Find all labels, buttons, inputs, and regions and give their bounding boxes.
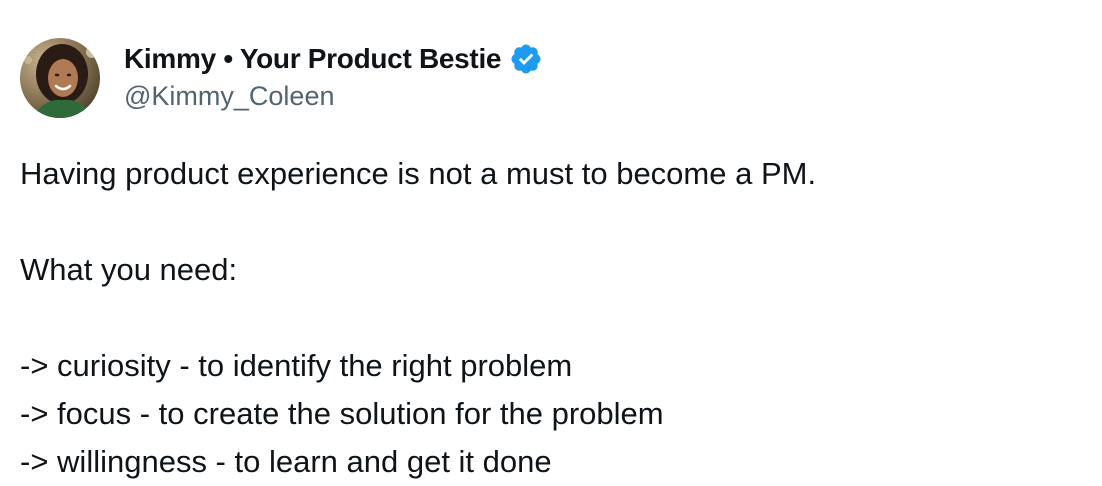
tweet-line: -> focus - to create the solution for th…	[20, 396, 664, 431]
verified-badge-icon[interactable]	[509, 42, 543, 76]
avatar[interactable]	[20, 38, 100, 118]
tweet-line: Having product experience is not a must …	[20, 156, 817, 191]
tweet-line: -> curiosity - to identify the right pro…	[20, 348, 573, 383]
display-name[interactable]: Kimmy • Your Product Bestie	[124, 43, 502, 75]
tweet-card: Kimmy • Your Product Bestie @Kimmy_Colee…	[0, 0, 1102, 484]
tweet-line: -> willingness - to learn and get it don…	[20, 444, 552, 479]
author-name-row: Kimmy • Your Product Bestie	[124, 40, 543, 78]
author-handle[interactable]: @Kimmy_Coleen	[124, 81, 334, 112]
tweet-line: What you need:	[20, 252, 238, 287]
avatar-photo-icon	[20, 38, 100, 118]
tweet-text: Having product experience is not a must …	[20, 150, 1090, 486]
